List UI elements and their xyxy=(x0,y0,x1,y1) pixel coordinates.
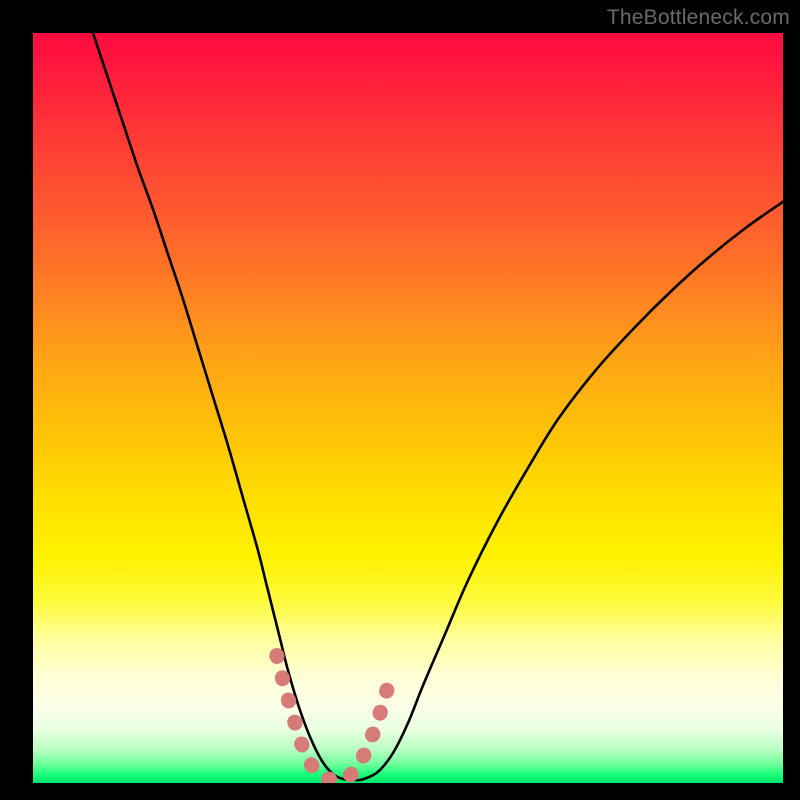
bottleneck-curve xyxy=(93,33,783,780)
plot-area xyxy=(33,33,783,783)
chart-frame: TheBottleneck.com xyxy=(0,0,800,800)
chart-svg xyxy=(33,33,783,783)
optimal-zone-marker xyxy=(277,656,390,780)
watermark-text: TheBottleneck.com xyxy=(607,6,790,30)
